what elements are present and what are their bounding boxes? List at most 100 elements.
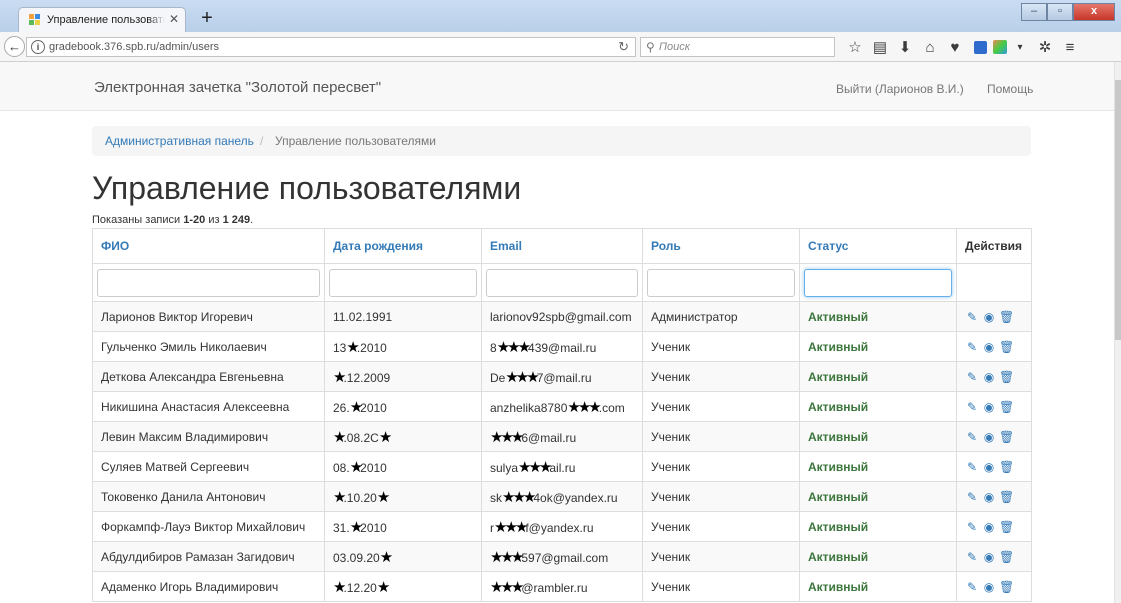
cell-email: 8★★★439@mail.ru (481, 331, 643, 362)
pencil-icon[interactable]: ✎ (965, 520, 979, 534)
filter-role-input[interactable] (647, 268, 795, 297)
header-fio[interactable]: ФИО (92, 228, 325, 264)
cell-birthdate: 13★.2010 (324, 331, 482, 362)
pencil-icon[interactable]: ✎ (965, 460, 979, 474)
eye-icon[interactable]: ◉ (982, 580, 996, 594)
cell-fio: Адаменко Игорь Владимирович (92, 571, 325, 602)
pencil-icon[interactable]: ✎ (965, 370, 979, 384)
extension-icon[interactable] (974, 40, 987, 54)
header-birthdate[interactable]: Дата рождения (324, 228, 482, 264)
cell-status: Активный (799, 421, 957, 452)
page-title: Управление пользователями (92, 170, 522, 206)
trash-icon[interactable]: 🗑 (999, 370, 1014, 384)
app-brand[interactable]: Электронная зачетка "Золотой пересвет" (94, 79, 381, 96)
eye-icon[interactable]: ◉ (982, 370, 996, 384)
filter-status-input[interactable] (804, 268, 952, 297)
trash-icon[interactable]: 🗑 (999, 310, 1014, 324)
trash-icon[interactable]: 🗑 (999, 490, 1014, 504)
trash-icon[interactable]: 🗑 (999, 400, 1014, 414)
header-role[interactable]: Роль (642, 228, 800, 264)
addon-icon[interactable] (993, 40, 1007, 54)
cell-role: Ученик (642, 511, 800, 542)
trash-icon[interactable]: 🗑 (999, 430, 1014, 444)
pocket-icon[interactable]: ♥ (943, 39, 967, 56)
puzzle-icon[interactable]: ✲ (1033, 38, 1057, 56)
header-email[interactable]: Email (481, 228, 643, 264)
trash-icon[interactable]: 🗑 (999, 580, 1014, 594)
filter-fio-input[interactable] (97, 268, 320, 297)
browser-search-field[interactable]: ⚲ Поиск (640, 37, 835, 57)
cell-status: Активный (799, 361, 957, 392)
reload-icon[interactable]: ↻ (618, 39, 629, 55)
maximize-button[interactable]: ▫ (1047, 3, 1073, 21)
cell-birthdate: 31.★2010 (324, 511, 482, 542)
cell-email: ★★★6@mail.ru (481, 421, 643, 452)
browser-tab[interactable]: Управление пользователям ✕ (18, 7, 186, 32)
header-actions: Действия (956, 228, 1032, 264)
cell-actions: ✎ ◉ 🗑 (956, 451, 1032, 482)
filter-birthdate-input[interactable] (329, 268, 477, 297)
eye-icon[interactable]: ◉ (982, 430, 996, 444)
dropdown-icon[interactable]: ▾ (1008, 42, 1032, 53)
trash-icon[interactable]: 🗑 (999, 550, 1014, 564)
trash-icon[interactable]: 🗑 (999, 340, 1014, 354)
site-favicon-icon (29, 14, 41, 26)
page-scrollbar[interactable] (1114, 62, 1121, 603)
back-button[interactable]: ← (4, 36, 25, 57)
cell-actions: ✎ ◉ 🗑 (956, 571, 1032, 602)
breadcrumb-admin-link[interactable]: Административная панель (105, 134, 254, 148)
filter-email-input[interactable] (486, 268, 638, 297)
info-icon[interactable]: i (31, 40, 45, 54)
eye-icon[interactable]: ◉ (982, 310, 996, 324)
cell-role: Ученик (642, 331, 800, 362)
cell-actions: ✎ ◉ 🗑 (956, 331, 1032, 362)
minimize-button[interactable]: – (1021, 3, 1047, 21)
scrollbar-thumb[interactable] (1115, 80, 1121, 340)
eye-icon[interactable]: ◉ (982, 460, 996, 474)
bookmark-star-icon[interactable]: ☆ (843, 38, 867, 56)
trash-icon[interactable]: 🗑 (999, 520, 1014, 534)
close-window-button[interactable]: x (1073, 3, 1115, 21)
cell-fio: Форкампф-Лауэ Виктор Михайлович (92, 511, 325, 542)
search-icon: ⚲ (646, 40, 655, 54)
browser-titlebar: Управление пользователям ✕ + – ▫ x (0, 0, 1121, 32)
eye-icon[interactable]: ◉ (982, 520, 996, 534)
logout-link[interactable]: Выйти (Ларионов В.И.) (836, 82, 964, 96)
menu-icon[interactable]: ≡ (1058, 39, 1082, 56)
trash-icon[interactable]: 🗑 (999, 460, 1014, 474)
pencil-icon[interactable]: ✎ (965, 430, 979, 444)
home-icon[interactable]: ⌂ (918, 39, 942, 56)
pencil-icon[interactable]: ✎ (965, 340, 979, 354)
eye-icon[interactable]: ◉ (982, 550, 996, 564)
table-row: Гульченко Эмиль Николаевич 13★.2010 8★★★43… (92, 331, 1032, 362)
eye-icon[interactable]: ◉ (982, 490, 996, 504)
cell-status: Активный (799, 391, 957, 422)
cell-role: Ученик (642, 391, 800, 422)
cell-actions: ✎ ◉ 🗑 (956, 541, 1032, 572)
cell-role: Ученик (642, 361, 800, 392)
tab-close-icon[interactable]: ✕ (169, 12, 179, 26)
new-tab-button[interactable]: + (194, 7, 220, 29)
cell-actions: ✎ ◉ 🗑 (956, 301, 1032, 332)
pencil-icon[interactable]: ✎ (965, 550, 979, 564)
eye-icon[interactable]: ◉ (982, 340, 996, 354)
pencil-icon[interactable]: ✎ (965, 580, 979, 594)
breadcrumb-current: Управление пользователями (275, 134, 436, 148)
downloads-icon[interactable]: ⬇ (893, 38, 917, 56)
pencil-icon[interactable]: ✎ (965, 310, 979, 324)
table-row: Абдулдибиров Рамазан Загидович 03.09.20★ ★… (92, 541, 1032, 572)
cell-email: sulya★★★ail.ru (481, 451, 643, 482)
reading-list-icon[interactable]: ▤ (868, 38, 892, 56)
pencil-icon[interactable]: ✎ (965, 490, 979, 504)
pencil-icon[interactable]: ✎ (965, 400, 979, 414)
address-bar[interactable]: i gradebook.376.spb.ru/admin/users ↻ (26, 37, 636, 57)
cell-fio: Деткова Александра Евгеньевна (92, 361, 325, 392)
cell-status: Активный (799, 571, 957, 602)
cell-email: larionov92spb@gmail.com (481, 301, 643, 332)
help-link[interactable]: Помощь (987, 82, 1033, 96)
header-status[interactable]: Статус (799, 228, 957, 264)
records-summary: Показаны записи 1-20 из 1 249. (92, 214, 254, 226)
eye-icon[interactable]: ◉ (982, 400, 996, 414)
table-header-row: ФИО Дата рождения Email Роль Статус Дейс… (92, 228, 1032, 264)
tab-title: Управление пользователям (47, 14, 165, 26)
